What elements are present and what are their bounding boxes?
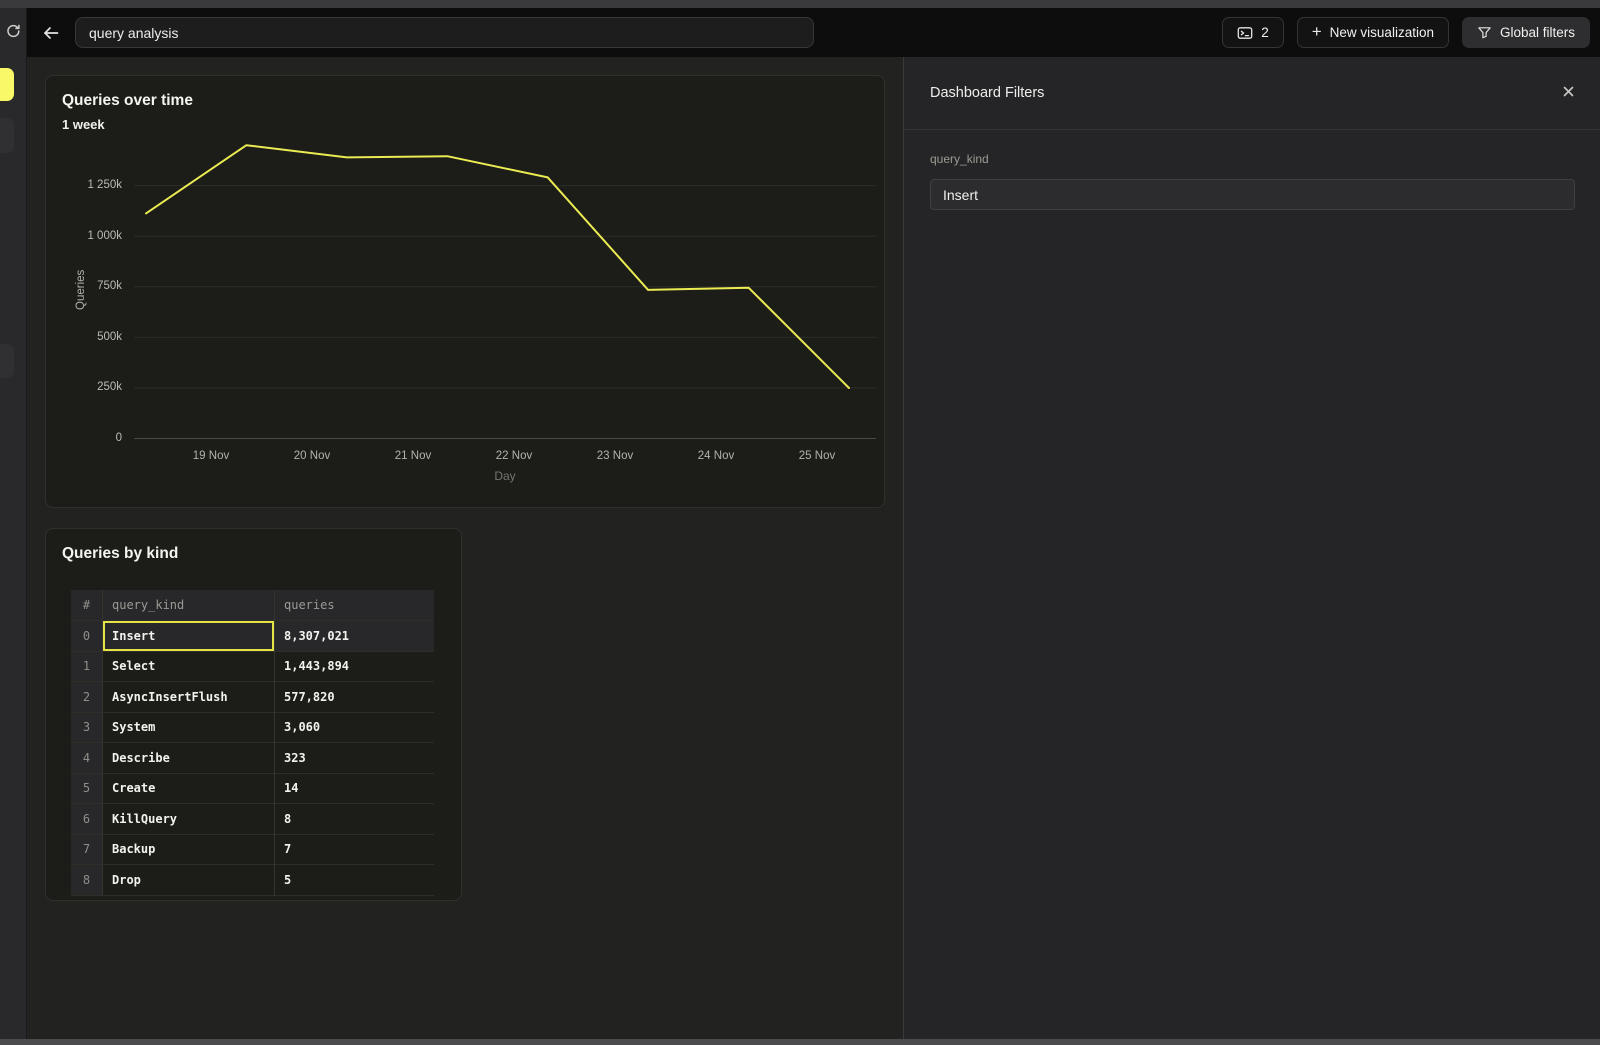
queries-value-cell[interactable]: 1,443,894 [274,652,434,683]
queries-value-cell[interactable]: 8,307,021 [274,621,434,652]
queries-line-series [146,145,849,388]
window-edge-bottom [0,1039,1600,1045]
query-kind-cell[interactable]: Drop [103,865,274,896]
console-icon [1237,25,1253,41]
row-index-cell: 3 [71,713,103,744]
panel-divider [904,129,1600,130]
queries-line-chart [134,141,876,439]
x-tick-label: 23 Nov [597,450,633,462]
queries-value-cell[interactable]: 3,060 [274,713,434,744]
row-index-cell: 4 [71,743,103,774]
query-kind-filter-input[interactable] [930,179,1575,210]
arrow-left-icon [42,24,60,42]
query-kind-cell[interactable]: KillQuery [103,804,274,835]
row-index-cell: 5 [71,774,103,805]
query-kind-cell[interactable]: Backup [103,835,274,866]
global-filters-button[interactable]: Global filters [1462,17,1590,48]
funnel-icon [1477,25,1492,40]
table-header-index: # [71,590,103,621]
query-kind-cell[interactable]: Insert [103,621,274,652]
plus-icon: + [1312,23,1322,40]
query-kind-cell[interactable]: Select [103,652,274,683]
y-tick-label: 500k [97,331,122,343]
filter-field-label: query_kind [930,152,989,166]
window-edge-top [0,0,1600,8]
panel-title: Dashboard Filters [930,85,1044,101]
table-card: Queries by kind #query_kindqueries 0Inser… [45,528,462,901]
y-axis-tick-labels: 0250k500k750k1 000k1 250k [46,141,126,439]
y-tick-label: 250k [97,381,122,393]
x-tick-label: 24 Nov [698,450,734,462]
left-sidebar [0,8,27,1039]
queries-value-cell[interactable]: 577,820 [274,682,434,713]
dashboard-filters-panel: Dashboard Filters query_kind [903,57,1600,1039]
chart-title: Queries over time [62,92,193,110]
sidebar-item[interactable] [0,118,14,153]
row-index-cell: 7 [71,835,103,866]
x-tick-label: 19 Nov [193,450,229,462]
y-tick-label: 0 [116,432,122,444]
row-index-cell: 8 [71,865,103,896]
table-header-query-kind: query_kind [103,590,274,621]
queries-by-kind-table: #query_kindqueries 0Insert8,307,021 1Selec… [71,590,434,896]
row-index-cell: 2 [71,682,103,713]
sidebar-item-active[interactable] [0,68,14,101]
x-axis-tick-labels: 19 Nov 20 Nov 21 Nov 22 Nov 23 Nov 24 Nov 25 N… [134,450,876,466]
row-index-cell: 0 [71,621,103,652]
chart-subtitle: 1 week [62,117,105,132]
dashboard-canvas: Queries over time 1 week Queries 0250k50… [27,57,903,1039]
query-kind-cell[interactable]: AsyncInsertFlush [103,682,274,713]
y-tick-label: 1 000k [87,230,122,242]
row-index-cell: 6 [71,804,103,835]
new-visualization-label: New visualization [1330,25,1434,40]
x-axis-title: Day [134,469,876,483]
topbar-actions: 2 + New visualization Global filters [1222,17,1590,48]
y-tick-label: 750k [97,280,122,292]
refresh-icon[interactable] [4,22,22,40]
chart-card: Queries over time 1 week Queries 0250k50… [45,75,885,508]
queries-value-cell[interactable]: 7 [274,835,434,866]
queries-value-cell[interactable]: 323 [274,743,434,774]
x-tick-label: 22 Nov [496,450,532,462]
y-tick-label: 1 250k [87,179,122,191]
queries-value-cell[interactable]: 5 [274,865,434,896]
x-tick-label: 25 Nov [799,450,835,462]
global-filters-label: Global filters [1500,25,1575,40]
queries-value-cell[interactable]: 8 [274,804,434,835]
x-tick-label: 20 Nov [294,450,330,462]
close-icon[interactable] [1558,81,1578,101]
x-tick-label: 21 Nov [395,450,431,462]
top-bar: 2 + New visualization Global filters [27,8,1600,57]
new-visualization-button[interactable]: + New visualization [1297,17,1449,48]
console-count: 2 [1261,25,1269,40]
queries-value-cell[interactable]: 14 [274,774,434,805]
console-count-button[interactable]: 2 [1222,17,1284,48]
query-kind-cell[interactable]: System [103,713,274,744]
sidebar-item[interactable] [0,344,14,378]
row-index-cell: 1 [71,652,103,683]
back-button[interactable] [37,19,65,47]
dashboard-title-input[interactable] [75,17,814,48]
query-kind-cell[interactable]: Describe [103,743,274,774]
query-kind-cell[interactable]: Create [103,774,274,805]
table-header-queries: queries [274,590,434,621]
table-title: Queries by kind [62,545,178,563]
